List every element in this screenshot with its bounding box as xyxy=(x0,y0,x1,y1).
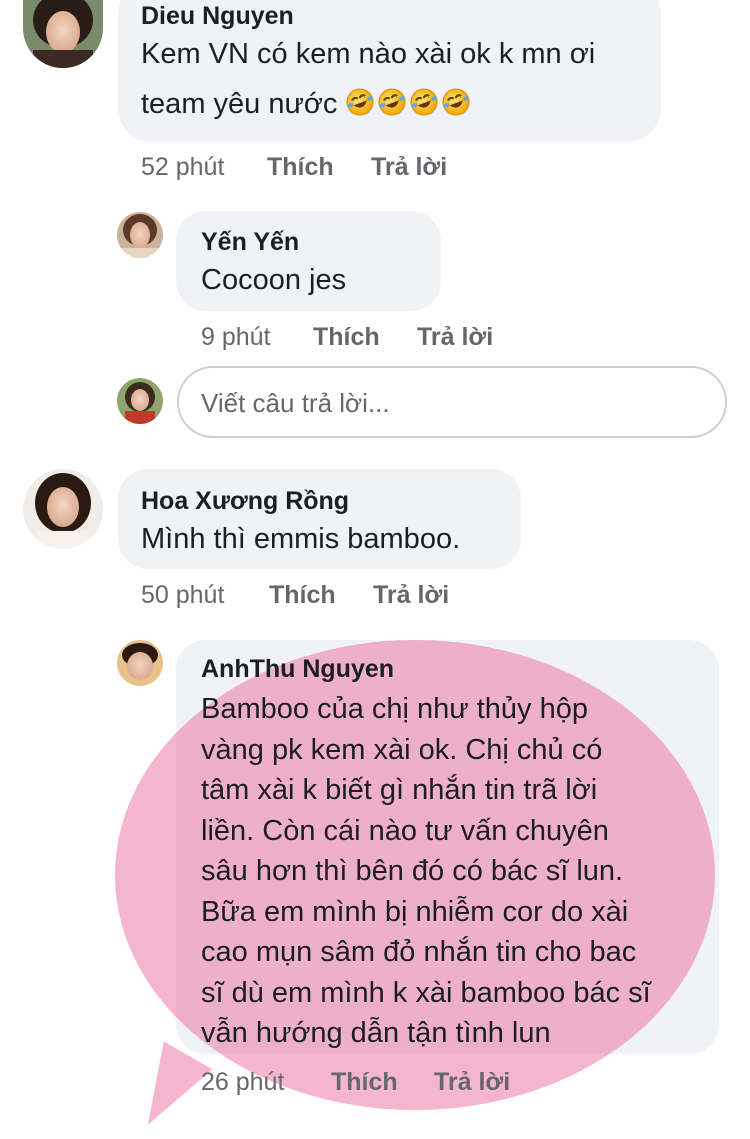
comment-author[interactable]: Dieu Nguyen xyxy=(141,2,294,31)
like-button[interactable]: Thích xyxy=(267,153,334,182)
reply-input-placeholder[interactable]: Viết câu trả lời... xyxy=(201,388,390,419)
laughing-emoji-icon xyxy=(378,88,406,116)
reply-text-line: vàng pk kem xài ok. Chị chủ có xyxy=(201,733,603,766)
current-user-avatar xyxy=(117,378,163,424)
comment-text: Kem VN có kem nào xài ok k mn ơi xyxy=(141,38,596,70)
avatar[interactable] xyxy=(23,469,103,549)
reply-text-line: tâm xài k biết gì nhắn tin trã lời xyxy=(201,774,598,806)
reply-text-line: vẫn hướng dẫn tận tình lun xyxy=(201,1017,551,1049)
comment-author[interactable]: Hoa Xương Rồng xyxy=(141,487,349,516)
laughing-emoji-icon xyxy=(410,88,438,116)
reply-author[interactable]: Yến Yến xyxy=(201,228,299,257)
comment-time: 50 phút xyxy=(141,581,225,609)
comment-time: 52 phút xyxy=(141,153,225,181)
reply-button[interactable]: Trả lời xyxy=(373,581,449,610)
reply-time: 9 phút xyxy=(201,323,271,351)
comment-text: Mình thì emmis bamboo. xyxy=(141,523,461,555)
reply-time: 26 phút xyxy=(201,1068,285,1096)
reply-text-line: sâu hơn thì bên đó có bác sĩ lun. xyxy=(201,855,624,887)
pink-highlight-tail xyxy=(123,1041,213,1139)
avatar[interactable] xyxy=(117,640,163,686)
like-button[interactable]: Thích xyxy=(331,1068,398,1097)
laughing-emoji-icon xyxy=(346,88,374,116)
emoji-row xyxy=(345,88,473,120)
reply-text: Cocoon jes xyxy=(201,264,347,296)
avatar[interactable] xyxy=(23,0,103,68)
reply-author[interactable]: AnhThu Nguyen xyxy=(201,655,394,684)
avatar[interactable] xyxy=(117,212,163,258)
reply-text-line: Bamboo của chị như thủy hộp xyxy=(201,693,588,725)
reply-button[interactable]: Trả lời xyxy=(434,1068,510,1097)
comment-text-line2: team yêu nước xyxy=(141,87,473,121)
reply-button[interactable]: Trả lời xyxy=(371,153,447,182)
reply-text-line: Bữa em mình bị nhiễm cor do xài xyxy=(201,895,629,928)
like-button[interactable]: Thích xyxy=(313,323,380,352)
reply-text-line: sĩ dù em mình k xài bamboo bác sĩ xyxy=(201,976,651,1009)
reply-text-line: liền. Còn cái nào tư vấn chuyên xyxy=(201,814,609,847)
laughing-emoji-icon xyxy=(442,88,470,116)
reply-button[interactable]: Trả lời xyxy=(417,323,493,352)
like-button[interactable]: Thích xyxy=(269,581,336,610)
comment-text: team yêu nước xyxy=(141,88,338,120)
reply-text: Bamboo của chị như thủy hộp vàng pk kem x… xyxy=(201,689,651,1054)
reply-text-line: cao mụn sâm đỏ nhắn tin cho bac xyxy=(201,936,637,968)
